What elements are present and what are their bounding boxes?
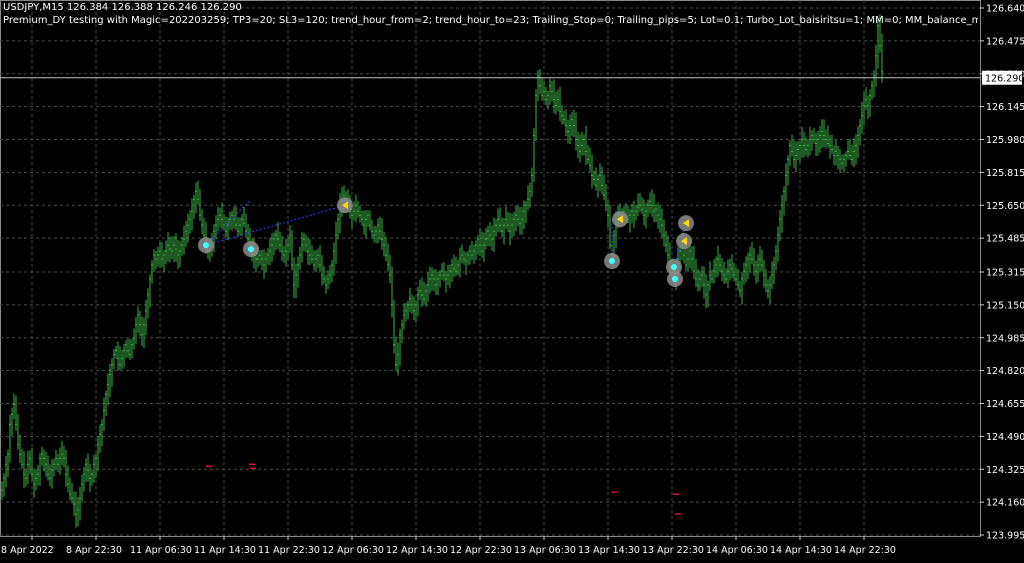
price-tick-label: 123.995 [986,531,1024,542]
price-tick-label: 124.820 [986,366,1024,377]
time-tick-label: 11 Apr 14:30 [194,545,256,556]
price-tick-label: 126.145 [986,102,1024,113]
price-tick-label: 125.485 [986,234,1024,245]
time-tick-label: 13 Apr 14:30 [578,545,640,556]
price-tick-label: 124.985 [986,333,1024,344]
price-tick-label: 124.655 [986,399,1024,410]
time-tick-label: 14 Apr 14:30 [770,545,832,556]
current-price-label: 126.290 [982,70,1024,85]
buy-order-icon [671,264,677,271]
price-tick-label: 124.325 [986,465,1024,476]
price-tick-label: 124.160 [986,498,1024,509]
price-tick-label: 125.650 [986,201,1024,212]
price-tick-label: 124.490 [986,432,1024,443]
expert-advisor-settings-line: Premium_DY testing with Magic=202203259;… [3,15,978,26]
time-tick-label: 13 Apr 06:30 [514,545,576,556]
time-tick-label: 8 Apr 2022 [1,545,54,556]
time-tick-label: 12 Apr 22:30 [450,545,512,556]
candle-series [1,14,883,528]
price-tick-label: 125.815 [986,168,1024,179]
price-tick-label: 125.150 [986,300,1024,311]
time-tick-label: 14 Apr 06:30 [706,545,768,556]
price-tick-label: 125.315 [986,268,1024,279]
buy-order-icon [672,275,678,282]
buy-order-icon [609,258,615,265]
symbol-quote-line: USDJPY,M15 126.384 126.388 126.246 126.2… [3,2,242,13]
time-tick-label: 13 Apr 22:30 [642,545,704,556]
chart-grid [0,0,981,537]
time-tick-label: 14 Apr 22:30 [834,545,896,556]
time-tick-label: 11 Apr 22:30 [258,545,320,556]
time-axis[interactable]: 8 Apr 2022 8 Apr 22:30 11 Apr 06:30 11 Apr … [1,536,896,556]
time-tick-label: 12 Apr 14:30 [386,545,448,556]
time-tick-label: 11 Apr 06:30 [130,545,192,556]
price-tick-label: 126.475 [986,36,1024,47]
time-tick-label: 8 Apr 22:30 [66,545,122,556]
current-price-text: 126.290 [985,74,1024,85]
buy-order-icon [203,242,209,249]
time-tick-label: 12 Apr 06:30 [322,545,384,556]
price-tick-label: 126.640 [986,4,1024,15]
price-tick-label: 125.980 [986,135,1024,146]
buy-order-icon [248,246,254,253]
chart-border [0,0,981,537]
price-chart[interactable]: 126.640126.475126.310126.145125.980125.8… [0,0,1024,563]
